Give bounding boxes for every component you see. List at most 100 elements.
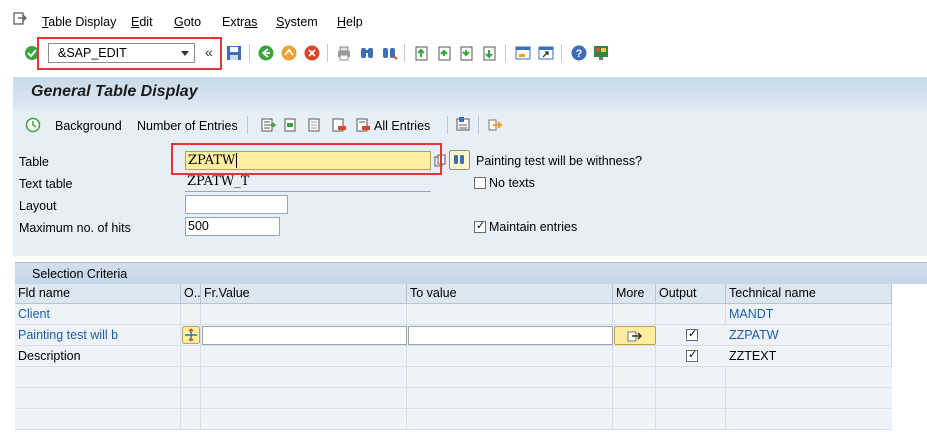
table-row-empty xyxy=(15,367,892,388)
toolbar-separator xyxy=(247,116,248,134)
delete-selection-icon[interactable] xyxy=(331,117,347,133)
table-contents-icon[interactable] xyxy=(455,116,471,132)
all-entries-button[interactable]: All Entries xyxy=(374,119,430,133)
highlight-box-command xyxy=(37,37,222,70)
selection-criteria-table: Selection Criteria Fld name O.. Fr.Value… xyxy=(15,262,927,437)
menu-label: as xyxy=(244,15,258,29)
empty-cell xyxy=(656,388,726,409)
empty-cell xyxy=(613,388,656,409)
all-entries-icon[interactable] xyxy=(355,117,371,133)
background-button[interactable]: Background xyxy=(55,119,122,133)
help-icon[interactable]: ? xyxy=(570,44,588,62)
empty-cell xyxy=(407,409,613,430)
empty-cell xyxy=(613,409,656,430)
menu-help[interactable]: Help xyxy=(337,15,363,29)
cancel-icon[interactable] xyxy=(303,44,321,62)
empty-cell xyxy=(201,409,407,430)
from-value-cell xyxy=(201,304,407,325)
column-header-from-value: Fr.Value xyxy=(201,284,407,304)
empty-cell xyxy=(15,367,181,388)
select-all-icon[interactable] xyxy=(260,117,276,133)
create-session-icon[interactable] xyxy=(514,44,532,62)
save-icon[interactable] xyxy=(225,44,243,62)
arrow-right-icon xyxy=(627,331,643,342)
output-checkbox[interactable] xyxy=(686,327,698,341)
exit-icon[interactable] xyxy=(280,44,298,62)
selection-criteria-header: Selection Criteria xyxy=(15,262,927,284)
to-value-cell xyxy=(407,304,613,325)
select-block-icon[interactable] xyxy=(283,117,299,133)
previous-page-icon[interactable] xyxy=(436,44,454,62)
text-table-field: ZPATW_T xyxy=(185,173,431,192)
menu-exit-icon[interactable] xyxy=(13,12,27,25)
menu-goto[interactable]: Goto xyxy=(174,15,201,29)
empty-cell xyxy=(181,367,201,388)
max-hits-input[interactable]: 500 xyxy=(185,217,280,236)
technical-name-cell: ZZTEXT xyxy=(726,346,892,367)
column-header-technical-name: Technical name xyxy=(726,284,892,304)
menu-label: G xyxy=(174,15,184,29)
to-value-input[interactable] xyxy=(408,326,613,345)
menu-label: Extr xyxy=(222,15,245,29)
menu-label: H xyxy=(337,15,347,29)
menu-system[interactable]: System xyxy=(276,15,318,29)
application-toolbar: Background Number of Entries All Entries xyxy=(13,109,927,141)
technical-name-cell: MANDT xyxy=(726,304,892,325)
number-of-entries-button[interactable]: Number of Entries xyxy=(137,119,238,133)
maintain-entries-label: Maintain entries xyxy=(489,220,578,234)
empty-cell xyxy=(656,409,726,430)
menu-edit[interactable]: Edit xyxy=(131,15,153,29)
output-cell xyxy=(656,304,726,325)
svg-text:?: ? xyxy=(576,48,583,60)
layout-label: Layout xyxy=(19,199,57,213)
collapse-double-chevron-icon[interactable]: « xyxy=(205,44,213,60)
menu-label: elp xyxy=(346,15,363,29)
screen-title-bar: General Table Display xyxy=(13,77,927,109)
menu-label: dit xyxy=(139,15,153,29)
no-texts-checkbox[interactable] xyxy=(474,177,486,189)
multiple-selection-button[interactable] xyxy=(614,326,656,345)
selection-form: Table ZPATW Painting test will be withne… xyxy=(13,141,927,256)
column-header-field-name: Fld name xyxy=(15,284,181,304)
search-help-icon[interactable] xyxy=(449,150,470,170)
output-checkbox[interactable] xyxy=(686,348,698,362)
empty-cell xyxy=(201,388,407,409)
toolbar-separator xyxy=(327,44,328,62)
more-cell xyxy=(613,346,656,367)
highlight-box-table xyxy=(171,143,442,175)
toolbar-separator xyxy=(447,116,448,134)
to-value-cell xyxy=(407,346,613,367)
customize-layout-icon[interactable] xyxy=(592,44,610,62)
toolbar-separator xyxy=(478,116,479,134)
next-page-icon[interactable] xyxy=(458,44,476,62)
selection-option-icon[interactable] xyxy=(182,326,200,344)
back-icon[interactable] xyxy=(257,44,275,62)
maintain-entries-checkbox[interactable] xyxy=(474,219,486,233)
table-row-empty xyxy=(15,388,892,409)
field-name-cell: Painting test will b xyxy=(15,325,181,346)
find-next-icon[interactable] xyxy=(380,44,398,62)
shortcut-icon[interactable] xyxy=(537,44,555,62)
last-page-icon[interactable] xyxy=(481,44,499,62)
menu-label: oto xyxy=(183,15,202,29)
menu-table-display[interactable]: Table Display xyxy=(42,15,116,29)
toolbar-separator xyxy=(561,44,562,62)
menu-label: able Display xyxy=(48,15,117,29)
table-row: Description ZZTEXT xyxy=(15,346,892,367)
transfer-icon[interactable] xyxy=(487,117,503,133)
text-table-label: Text table xyxy=(19,177,73,191)
menu-extras[interactable]: Extras xyxy=(222,15,257,29)
deselect-icon[interactable] xyxy=(307,117,323,133)
layout-input[interactable] xyxy=(185,195,288,214)
find-icon[interactable] xyxy=(358,44,376,62)
option-cell xyxy=(181,304,201,325)
empty-cell xyxy=(407,388,613,409)
print-icon[interactable] xyxy=(335,44,353,62)
first-page-icon[interactable] xyxy=(413,44,431,62)
execute-clock-icon[interactable] xyxy=(25,117,41,133)
field-name-cell: Client xyxy=(15,304,181,325)
from-value-input[interactable] xyxy=(202,326,407,345)
empty-cell xyxy=(656,367,726,388)
empty-cell xyxy=(613,367,656,388)
empty-cell xyxy=(407,367,613,388)
